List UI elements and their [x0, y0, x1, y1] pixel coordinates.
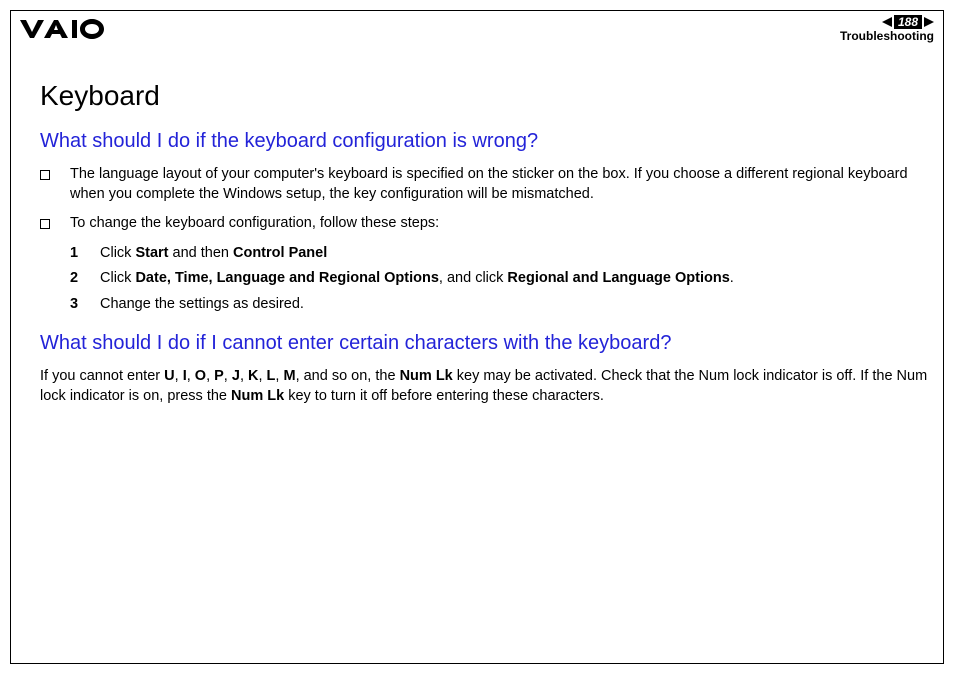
list-item: 1 Click Start and then Control Panel [70, 244, 929, 264]
next-page-arrow-icon[interactable] [924, 17, 934, 27]
question-heading-2: What should I do if I cannot enter certa… [40, 332, 929, 355]
square-bullet-icon [40, 170, 50, 180]
header: 188 Troubleshooting [12, 12, 942, 46]
step-text: Click Start and then Control Panel [100, 244, 327, 264]
step-number: 1 [70, 244, 100, 264]
question-heading-1: What should I do if the keyboard configu… [40, 130, 929, 153]
content: Keyboard What should I do if the keyboar… [40, 80, 929, 415]
list-item: 2 Click Date, Time, Language and Regiona… [70, 269, 929, 289]
bullet-item: To change the keyboard configuration, fo… [40, 214, 929, 234]
paragraph: If you cannot enter U, I, O, P, J, K, L,… [40, 367, 929, 406]
step-text: Change the settings as desired. [100, 295, 304, 315]
list-item: 3 Change the settings as desired. [70, 295, 929, 315]
section-label: Troubleshooting [840, 30, 934, 43]
numbered-list: 1 Click Start and then Control Panel 2 C… [40, 244, 929, 315]
step-text: Click Date, Time, Language and Regional … [100, 269, 734, 289]
page-nav: 188 [840, 15, 934, 29]
page-number: 188 [894, 15, 922, 29]
bullet-text: The language layout of your computer's k… [70, 165, 929, 204]
bullet-item: The language layout of your computer's k… [40, 165, 929, 204]
step-number: 2 [70, 269, 100, 289]
step-number: 3 [70, 295, 100, 315]
bullet-text: To change the keyboard configuration, fo… [70, 214, 439, 234]
square-bullet-icon [40, 219, 50, 229]
page-title: Keyboard [40, 80, 929, 112]
prev-page-arrow-icon[interactable] [882, 17, 892, 27]
header-right: 188 Troubleshooting [840, 15, 934, 43]
vaio-logo [20, 18, 110, 40]
